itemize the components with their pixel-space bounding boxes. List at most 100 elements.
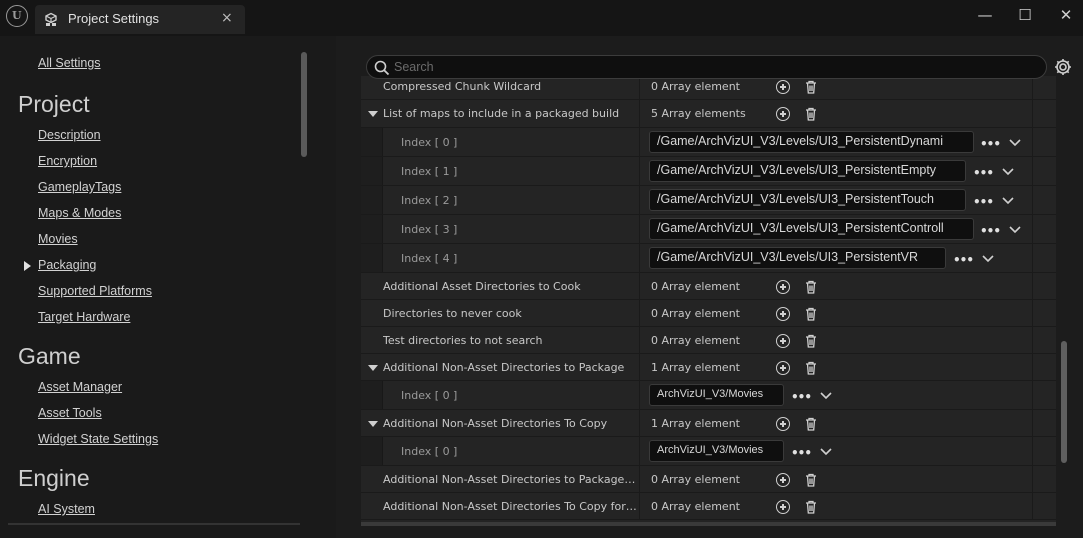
settings-cubes-icon <box>45 12 57 26</box>
trash-icon[interactable] <box>804 280 818 294</box>
chevron-down-icon[interactable] <box>820 392 832 400</box>
table-row: Additional Non-Asset Directories to Pack… <box>361 354 1056 381</box>
trash-icon[interactable] <box>804 417 818 431</box>
maximize-button[interactable]: ☐ <box>1013 6 1037 26</box>
section-heading-game: Game <box>18 343 81 369</box>
details-scrollbar[interactable] <box>1061 341 1067 463</box>
property-label: Additional Non-Asset Directories To Copy <box>383 417 608 430</box>
property-label: Test directories to not search <box>383 334 543 347</box>
trash-icon[interactable] <box>804 473 818 487</box>
chevron-down-icon[interactable] <box>820 448 832 456</box>
collapse-arrow-icon[interactable] <box>368 421 378 427</box>
nav-asset-tools[interactable]: Asset Tools <box>38 406 102 420</box>
property-label: Compressed Chunk Wildcard <box>383 80 542 93</box>
add-element-icon[interactable] <box>776 473 790 487</box>
section-heading-project: Project <box>18 91 90 117</box>
chevron-down-icon[interactable] <box>1002 168 1014 176</box>
add-element-icon[interactable] <box>776 280 790 294</box>
array-count: 1 Array element <box>651 417 740 430</box>
property-label: Directories to never cook <box>383 307 522 320</box>
nav-all-settings[interactable]: All Settings <box>38 56 101 70</box>
add-element-icon[interactable] <box>776 80 790 94</box>
trash-icon[interactable] <box>804 500 818 514</box>
table-row: Index [ 3 ] /Game/ArchVizUI_V3/Levels/UI… <box>361 215 1056 244</box>
add-element-icon[interactable] <box>776 307 790 321</box>
array-count: 5 Array elements <box>651 107 746 120</box>
index-label: Index [ 2 ] <box>401 194 458 207</box>
settings-details-panel: Compressed Chunk Wildcard 0 Array elemen… <box>336 36 1083 538</box>
add-element-icon[interactable] <box>776 107 790 121</box>
array-count: 0 Array element <box>651 334 740 347</box>
index-label: Index [ 0 ] <box>401 445 458 458</box>
table-row: Test directories to not search 0 Array e… <box>361 327 1056 354</box>
property-table: Compressed Chunk Wildcard 0 Array elemen… <box>361 76 1056 522</box>
chevron-down-icon[interactable] <box>1009 139 1021 147</box>
trash-icon[interactable] <box>804 361 818 375</box>
close-tab-icon[interactable]: × <box>221 10 233 26</box>
nav-supported-platforms[interactable]: Supported Platforms <box>38 284 152 298</box>
browse-ellipsis-button[interactable]: ••• <box>980 224 1001 238</box>
map-path-field[interactable]: /Game/ArchVizUI_V3/Levels/UI3_Persistent… <box>649 218 974 240</box>
title-bar: U Project Settings × — ☐ ✕ <box>0 0 1083 36</box>
tab-project-settings[interactable]: Project Settings × <box>35 5 245 34</box>
directory-path-field[interactable]: ArchVizUI_V3/Movies <box>649 440 784 462</box>
index-label: Index [ 1 ] <box>401 165 458 178</box>
table-row: Additional Non-Asset Directories to Pack… <box>361 466 1056 493</box>
add-element-icon[interactable] <box>776 334 790 348</box>
browse-ellipsis-button[interactable]: ••• <box>973 166 994 180</box>
nav-widget-state-settings[interactable]: Widget State Settings <box>38 432 158 446</box>
close-window-button[interactable]: ✕ <box>1054 6 1078 26</box>
add-element-icon[interactable] <box>776 417 790 431</box>
search-icon <box>374 60 390 76</box>
map-path-field[interactable]: /Game/ArchVizUI_V3/Levels/UI3_Persistent… <box>649 131 974 153</box>
nav-asset-manager[interactable]: Asset Manager <box>38 380 122 394</box>
chevron-down-icon[interactable] <box>1009 226 1021 234</box>
browse-ellipsis-button[interactable]: ••• <box>791 390 812 404</box>
browse-ellipsis-button[interactable]: ••• <box>973 195 994 209</box>
table-row: Directories to never cook 0 Array elemen… <box>361 300 1056 327</box>
browse-ellipsis-button[interactable]: ••• <box>953 253 974 267</box>
collapse-arrow-icon[interactable] <box>368 111 378 117</box>
array-count: 0 Array element <box>651 473 740 486</box>
map-path-field[interactable]: /Game/ArchVizUI_V3/Levels/UI3_Persistent… <box>649 160 966 182</box>
index-label: Index [ 3 ] <box>401 223 458 236</box>
browse-ellipsis-button[interactable]: ••• <box>791 446 812 460</box>
table-row: Index [ 0 ] /Game/ArchVizUI_V3/Levels/UI… <box>361 128 1056 157</box>
property-label: Additional Asset Directories to Cook <box>383 280 581 293</box>
property-label: Additional Non-Asset Directories to Pack… <box>383 361 625 374</box>
nav-target-hardware[interactable]: Target Hardware <box>38 310 130 324</box>
table-row: Additional Non-Asset Directories To Copy… <box>361 493 1056 520</box>
unreal-logo-icon[interactable]: U <box>6 5 28 27</box>
trash-icon[interactable] <box>804 307 818 321</box>
trash-icon[interactable] <box>804 80 818 94</box>
nav-description[interactable]: Description <box>38 128 101 142</box>
collapse-arrow-icon[interactable] <box>368 365 378 371</box>
nav-ai-system[interactable]: AI System <box>38 502 95 516</box>
minimize-button[interactable]: — <box>973 6 997 26</box>
add-element-icon[interactable] <box>776 500 790 514</box>
map-path-field[interactable]: /Game/ArchVizUI_V3/Levels/UI3_Persistent… <box>649 247 946 269</box>
search-bar <box>366 55 1047 79</box>
table-row: Index [ 0 ] ArchVizUI_V3/Movies ••• <box>361 381 1056 410</box>
horizontal-scrollbar[interactable] <box>361 522 1056 526</box>
search-input[interactable] <box>394 58 1034 76</box>
chevron-down-icon[interactable] <box>982 255 994 263</box>
nav-gameplaytags[interactable]: GameplayTags <box>38 180 121 194</box>
map-path-field[interactable]: /Game/ArchVizUI_V3/Levels/UI3_Persistent… <box>649 189 966 211</box>
array-count: 0 Array element <box>651 307 740 320</box>
nav-maps-modes[interactable]: Maps & Modes <box>38 206 121 220</box>
table-row: List of maps to include in a packaged bu… <box>361 100 1056 128</box>
browse-ellipsis-button[interactable]: ••• <box>980 137 1001 151</box>
index-label: Index [ 4 ] <box>401 252 458 265</box>
add-element-icon[interactable] <box>776 361 790 375</box>
chevron-down-icon[interactable] <box>1002 197 1014 205</box>
trash-icon[interactable] <box>804 107 818 121</box>
nav-packaging[interactable]: Packaging <box>38 258 96 272</box>
trash-icon[interactable] <box>804 334 818 348</box>
sidebar-scrollbar[interactable] <box>301 52 307 157</box>
nav-movies[interactable]: Movies <box>38 232 78 246</box>
selected-arrow-icon <box>24 261 31 271</box>
gear-icon[interactable] <box>1053 57 1073 77</box>
nav-encryption[interactable]: Encryption <box>38 154 97 168</box>
directory-path-field[interactable]: ArchVizUI_V3/Movies <box>649 384 784 406</box>
